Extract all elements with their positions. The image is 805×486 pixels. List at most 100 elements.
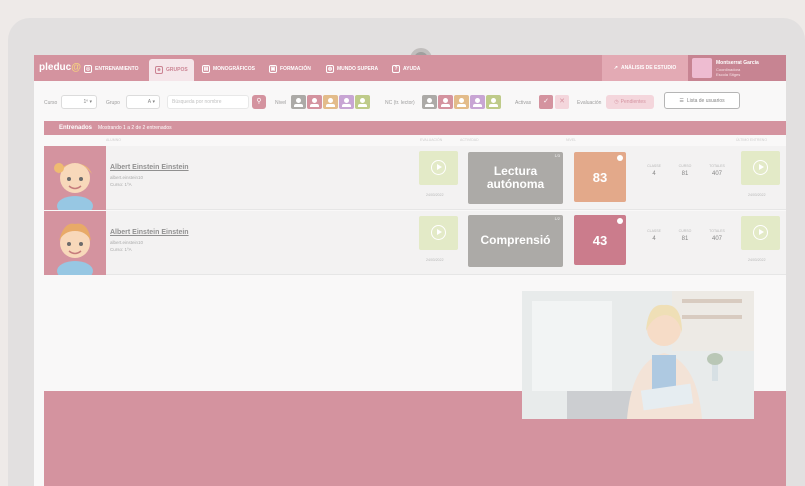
- student-avatar: [44, 211, 106, 275]
- student-name-link[interactable]: Albert Einstein Einstein: [110, 164, 189, 171]
- app-screen: pleduc@ ◎ ENTRENAMIENTO ☻ GRUPOS ▤ MONOG…: [34, 55, 786, 486]
- table-row[interactable]: Albert Einstein Einstein albert.einstein…: [44, 146, 786, 210]
- nc-chip-5[interactable]: [486, 95, 501, 109]
- eval-date: 24/03/2022: [426, 193, 444, 197]
- nivel-chip-5[interactable]: [355, 95, 370, 109]
- eval-play-button[interactable]: [419, 151, 458, 185]
- col-header-activity: ACTIVIDAD: [460, 138, 479, 142]
- nc-chips: [422, 95, 501, 109]
- nivel-chip-1[interactable]: [291, 95, 306, 109]
- chevron-down-icon: ▾: [89, 99, 92, 105]
- activity-title: Lectura autónoma: [486, 163, 545, 191]
- nc-chip-2[interactable]: [438, 95, 453, 109]
- group-icon: ☻: [155, 66, 163, 74]
- globe-icon: ◍: [326, 65, 334, 73]
- target-icon: ◎: [84, 65, 92, 73]
- activas-no-toggle[interactable]: ✕: [555, 95, 569, 109]
- nivel-label: Nivel: [275, 100, 287, 106]
- filter-bar: Curso 1º ▾ Grupo A ▾ Búsqueda por nombre…: [34, 87, 786, 111]
- stat-totales: TOTALES 407: [709, 164, 725, 177]
- lista-usuarios-button[interactable]: ☰ Lista de usuarios: [664, 92, 740, 109]
- last-training-date: 24/03/2022: [748, 193, 766, 197]
- close-icon: ✕: [559, 98, 565, 105]
- profile-name: Montserrat García: [716, 60, 759, 66]
- training-icon: ▣: [269, 65, 277, 73]
- student-name-link[interactable]: Albert Einstein Einstein: [110, 229, 189, 236]
- curso-select[interactable]: 1º ▾: [61, 95, 97, 109]
- search-button[interactable]: ⚲: [252, 95, 266, 109]
- col-header-eval: EVALUACIÓN: [420, 138, 443, 142]
- activity-title: Comprensió: [480, 233, 551, 248]
- activity-card[interactable]: 1/2 Comprensió: [468, 215, 563, 267]
- app-logo[interactable]: pleduc@: [39, 62, 81, 73]
- stat-classe: CLASSE 4: [647, 229, 661, 242]
- student-username: albert.einstein10: [110, 240, 144, 245]
- nivel-chip-4[interactable]: [339, 95, 354, 109]
- nc-chip-4[interactable]: [470, 95, 485, 109]
- nav-ayuda[interactable]: ? AYUDA: [392, 62, 420, 76]
- top-nav: pleduc@ ◎ ENTRENAMIENTO ☻ GRUPOS ▤ MONOG…: [34, 55, 786, 81]
- nav-grupos[interactable]: ☻ GRUPOS: [149, 59, 194, 81]
- play-icon: [753, 225, 768, 240]
- student-curso: Curso: 1ºA: [110, 247, 132, 252]
- nav-formacion[interactable]: ▣ FORMACIÓN: [269, 62, 311, 76]
- chevron-down-icon: ▾: [152, 99, 155, 105]
- score-card[interactable]: 43: [574, 215, 626, 265]
- activity-card[interactable]: 1/3 Lectura autónoma: [468, 152, 563, 204]
- last-training-date: 24/03/2022: [748, 258, 766, 262]
- info-dot-icon: [617, 218, 623, 224]
- nc-label: NC (tr. lector): [385, 100, 415, 106]
- nivel-chip-2[interactable]: [307, 95, 322, 109]
- activas-label: Activas: [515, 100, 532, 106]
- evaluacion-label: Evaluación: [577, 100, 602, 106]
- clock-icon: ◷: [614, 99, 619, 105]
- pendientes-button[interactable]: ◷ Pendientes: [606, 95, 654, 109]
- profile-school: Escola Sitges: [716, 72, 741, 77]
- last-training-play-button[interactable]: [741, 216, 780, 250]
- nivel-chips: [291, 95, 370, 109]
- stat-curso: CURSO 81: [678, 164, 692, 177]
- section-summary: Mostrando 1 a 2 de 2 entrenados: [98, 125, 172, 131]
- table-row[interactable]: Albert Einstein Einstein albert.einstein…: [44, 211, 786, 275]
- chart-icon: ↗: [613, 65, 618, 71]
- play-icon: [431, 160, 446, 175]
- student-username: albert.einstein10: [110, 175, 144, 180]
- stat-totales: TOTALES 407: [709, 229, 725, 242]
- eval-play-button[interactable]: [419, 216, 458, 250]
- last-training-play-button[interactable]: [741, 151, 780, 185]
- col-header-nivel: NIVEL: [566, 138, 577, 142]
- help-icon: ?: [392, 65, 400, 73]
- list-icon: ☰: [679, 97, 684, 104]
- nav-monograficos[interactable]: ▤ MONOGRÁFICOS: [202, 62, 255, 76]
- score-card[interactable]: 83: [574, 152, 626, 202]
- activas-yes-toggle[interactable]: ✓: [539, 95, 553, 109]
- avatar: [692, 58, 712, 78]
- nav-mundo-supera[interactable]: ◍ MUNDO SUPERA: [326, 62, 378, 76]
- check-icon: ✓: [543, 98, 549, 105]
- grupo-select[interactable]: A ▾: [126, 95, 160, 109]
- section-header: Entrenados Mostrando 1 a 2 de 2 entrenad…: [44, 121, 786, 135]
- stat-classe: CLASSE 4: [647, 164, 661, 177]
- nc-chip-3[interactable]: [454, 95, 469, 109]
- section-title: Entrenados: [59, 125, 93, 131]
- student-curso: Curso: 1ºA: [110, 182, 132, 187]
- eval-date: 24/03/2022: [426, 258, 444, 262]
- col-header-student: ALUMNO: [106, 138, 121, 142]
- info-dot-icon: [617, 155, 623, 161]
- nc-chip-1[interactable]: [422, 95, 437, 109]
- play-icon: [753, 160, 768, 175]
- nav-entrenamiento[interactable]: ◎ ENTRENAMIENTO: [84, 62, 139, 76]
- nivel-chip-3[interactable]: [323, 95, 338, 109]
- student-avatar: [44, 146, 106, 210]
- grupo-label: Grupo: [106, 100, 120, 106]
- search-icon: ⚲: [256, 98, 262, 105]
- presenter-photo: [522, 291, 754, 419]
- user-profile[interactable]: Montserrat García Coordinadora Escola Si…: [688, 55, 786, 81]
- stat-curso: CURSO 81: [678, 229, 692, 242]
- book-icon: ▤: [202, 65, 210, 73]
- col-header-last: ÚLTIMO ENTRENO: [736, 138, 768, 142]
- analisis-button[interactable]: ↗ ANÁLISIS DE ESTUDIO: [602, 55, 688, 81]
- play-icon: [431, 225, 446, 240]
- search-input[interactable]: Búsqueda por nombre: [167, 95, 249, 109]
- curso-label: Curso: [44, 100, 58, 106]
